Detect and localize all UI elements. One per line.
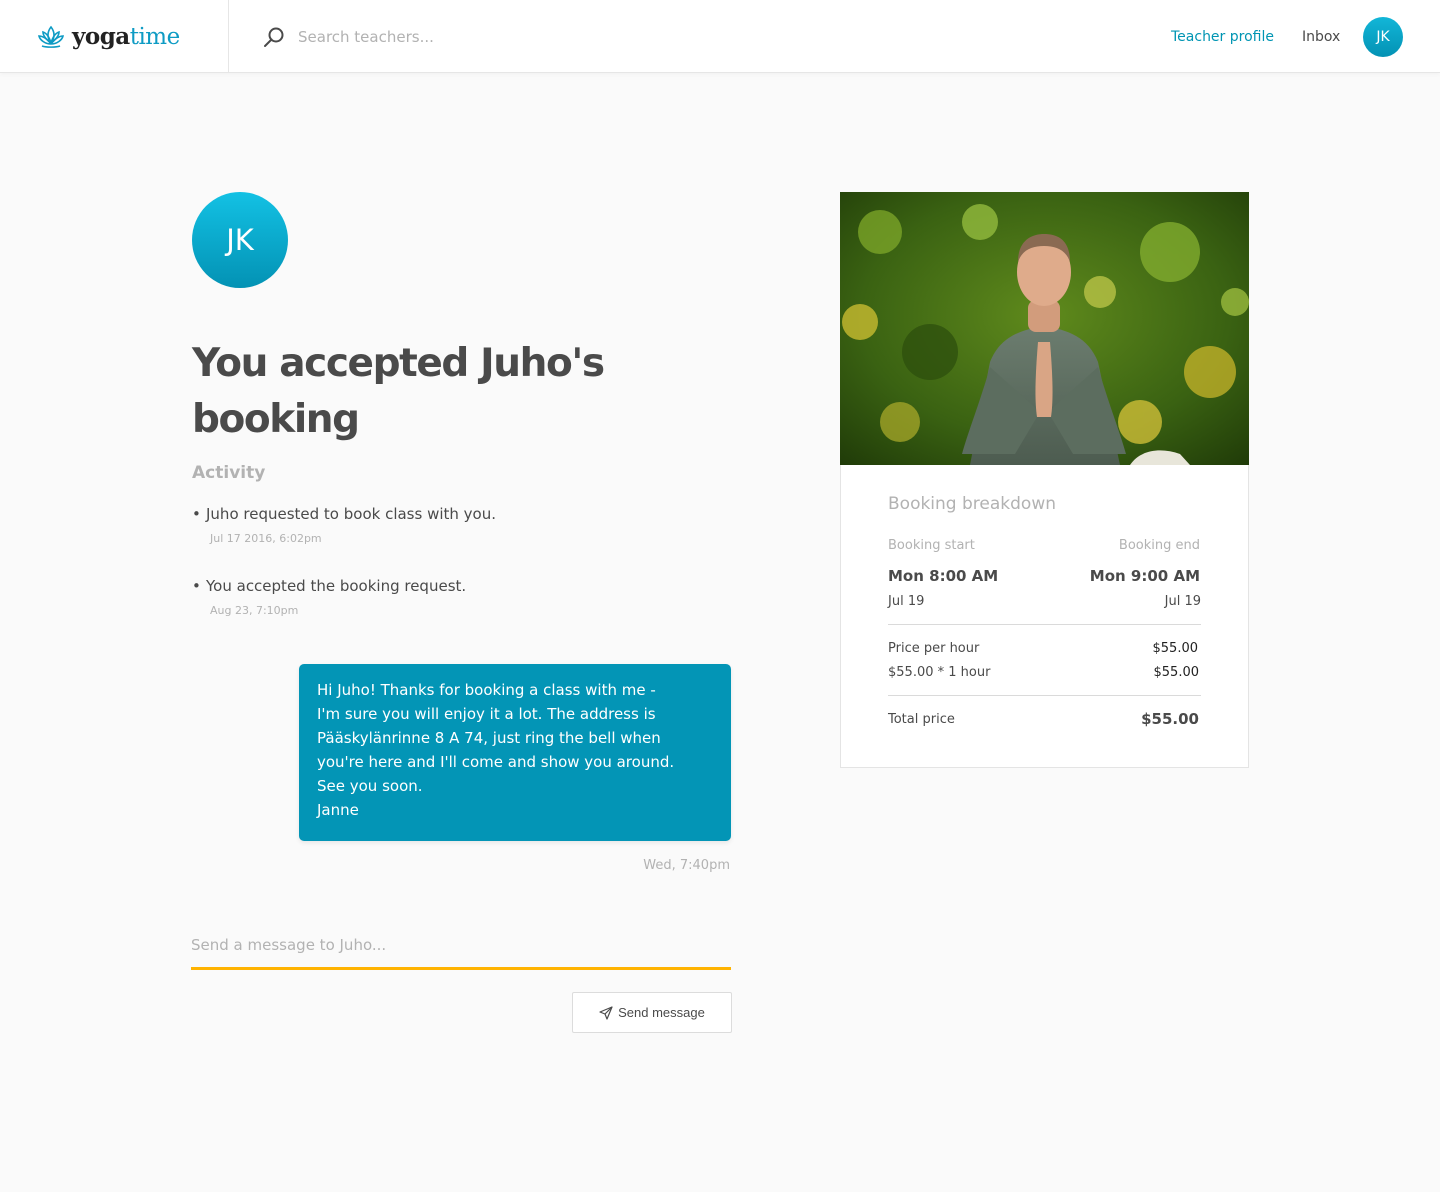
booking-breakdown-title: Booking breakdown <box>888 494 1056 514</box>
booking-start-label: Booking start <box>888 538 975 553</box>
booking-end-time: Mon 9:00 AM <box>1089 567 1200 585</box>
booking-start-time: Mon 8:00 AM <box>888 567 999 585</box>
logo[interactable]: yogatime <box>0 0 229 72</box>
activity-item: • Juho requested to book class with you. … <box>192 505 752 545</box>
nav-teacher-profile-link[interactable]: Teacher profile <box>1171 29 1274 45</box>
booking-end-label: Booking end <box>1118 538 1200 553</box>
message-bubble: Hi Juho! Thanks for booking a class with… <box>299 664 731 841</box>
total-price-label: Total price <box>888 712 955 727</box>
search-bar <box>262 24 598 50</box>
activity-date: Aug 23, 7:10pm <box>210 604 299 617</box>
logo-text: yogatime <box>72 22 180 50</box>
price-calc-value: $55.00 <box>1153 665 1200 680</box>
user-avatar[interactable]: JK <box>1363 17 1403 57</box>
nav-inbox-link[interactable]: Inbox <box>1302 29 1340 45</box>
booking-start-date: Jul 19 <box>888 594 925 609</box>
divider <box>888 624 1201 625</box>
activity-text: Juho requested to book class with you. <box>206 505 497 523</box>
search-input[interactable] <box>298 28 598 46</box>
send-icon <box>599 1005 613 1020</box>
price-calc-label: $55.00 * 1 hour <box>888 665 991 680</box>
bullet: • <box>192 577 201 595</box>
total-price-value: $55.00 <box>1141 710 1199 728</box>
listing-image <box>840 192 1249 465</box>
message-timestamp: Wed, 7:40pm <box>643 858 730 873</box>
top-bar: yogatime Teacher profile Inbox JK <box>0 0 1440 73</box>
send-message-button[interactable]: Send message <box>572 992 732 1033</box>
activity-date: Jul 17 2016, 6:02pm <box>210 532 322 545</box>
activity-item: • You accepted the booking request. Aug 2… <box>192 577 752 617</box>
bullet: • <box>192 505 201 523</box>
message-input[interactable] <box>191 930 731 970</box>
send-message-label: Send message <box>618 1005 705 1020</box>
page-title: You accepted Juho's booking <box>192 341 605 442</box>
customer-avatar[interactable]: JK <box>192 192 288 288</box>
booking-breakdown-card: Booking breakdown Booking start Booking … <box>840 465 1249 768</box>
price-per-hour-value: $55.00 <box>1152 641 1199 656</box>
divider <box>888 695 1201 696</box>
activity-text: You accepted the booking request. <box>206 577 467 595</box>
booking-end-date: Jul 19 <box>1164 594 1201 609</box>
lotus-icon <box>37 25 65 48</box>
search-icon[interactable] <box>262 25 286 49</box>
price-per-hour-label: Price per hour <box>888 641 980 656</box>
yoga-photo <box>840 192 1249 465</box>
activity-heading: Activity <box>192 463 266 483</box>
